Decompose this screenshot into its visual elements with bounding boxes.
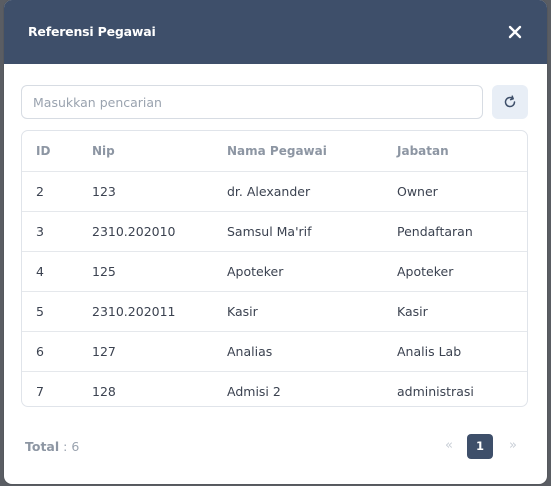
total-value: 6 (71, 439, 80, 454)
cell-jabatan: Analis Lab (397, 331, 527, 372)
cell-nama-pegawai: Apoteker (227, 251, 397, 292)
cell-nama-pegawai: Admisi 2 (227, 384, 281, 399)
table-row[interactable]: 7 128 Admisi 2 administrasi (22, 372, 527, 407)
table-row[interactable]: 2 123 dr. Alexander Owner (22, 171, 527, 212)
column-header-jabatan[interactable]: Jabatan (397, 131, 527, 172)
cell-nama-pegawai: Analias (227, 331, 397, 372)
cell-nip: 125 (92, 251, 227, 292)
total-label: Total (25, 439, 60, 454)
total-separator: : (59, 439, 72, 454)
column-header-id[interactable]: ID (22, 131, 92, 172)
table-row[interactable]: 3 2310.202010 Samsul Ma'rif Pendaftaran (22, 211, 527, 252)
cell-jabatan: Apoteker (397, 251, 527, 292)
search-input[interactable] (21, 85, 483, 119)
cell-jabatan: administrasi (397, 384, 474, 399)
cell-id: 6 (22, 331, 92, 372)
column-header-nip[interactable]: Nip (92, 131, 227, 172)
close-icon (508, 25, 522, 39)
refresh-icon (504, 95, 516, 108)
refresh-button[interactable] (492, 85, 528, 119)
cell-id: 5 (22, 291, 92, 332)
cell-nip: 128 (92, 384, 116, 399)
cell-nama-pegawai: dr. Alexander (227, 171, 397, 212)
modal-dialog: Referensi Pegawai ID Nip Nama Pegawai Ja… (4, 0, 547, 484)
employee-table: ID Nip Nama Pegawai Jabatan 2 123 dr. Al… (21, 130, 528, 407)
table-row[interactable]: 5 2310.202011 Kasir Kasir (22, 291, 527, 332)
pagination-prev-button[interactable]: « (445, 438, 453, 453)
column-header-nama-pegawai[interactable]: Nama Pegawai (227, 131, 397, 172)
modal-title: Referensi Pegawai (28, 24, 156, 39)
cell-id: 7 (36, 384, 44, 399)
pagination-next-button[interactable]: » (509, 438, 517, 453)
cell-nama-pegawai: Kasir (227, 291, 397, 332)
table-header-row: ID Nip Nama Pegawai Jabatan (22, 131, 527, 172)
cell-jabatan: Owner (397, 171, 527, 212)
close-button[interactable] (505, 22, 525, 42)
pagination-page-button[interactable]: 1 (467, 434, 493, 459)
cell-nip: 127 (92, 331, 227, 372)
cell-jabatan: Pendaftaran (397, 211, 527, 252)
cell-id: 2 (22, 171, 92, 212)
modal-header: Referensi Pegawai (4, 0, 547, 64)
cell-id: 4 (22, 251, 92, 292)
cell-nama-pegawai: Samsul Ma'rif (227, 211, 397, 252)
cell-id: 3 (22, 211, 92, 252)
cell-jabatan: Kasir (397, 291, 527, 332)
table-row[interactable]: 4 125 Apoteker Apoteker (22, 251, 527, 292)
cell-nip: 123 (92, 171, 227, 212)
cell-nip: 2310.202011 (92, 291, 227, 332)
cell-nip: 2310.202010 (92, 211, 227, 252)
total-count: Total : 6 (25, 439, 79, 454)
table-row[interactable]: 6 127 Analias Analis Lab (22, 331, 527, 372)
